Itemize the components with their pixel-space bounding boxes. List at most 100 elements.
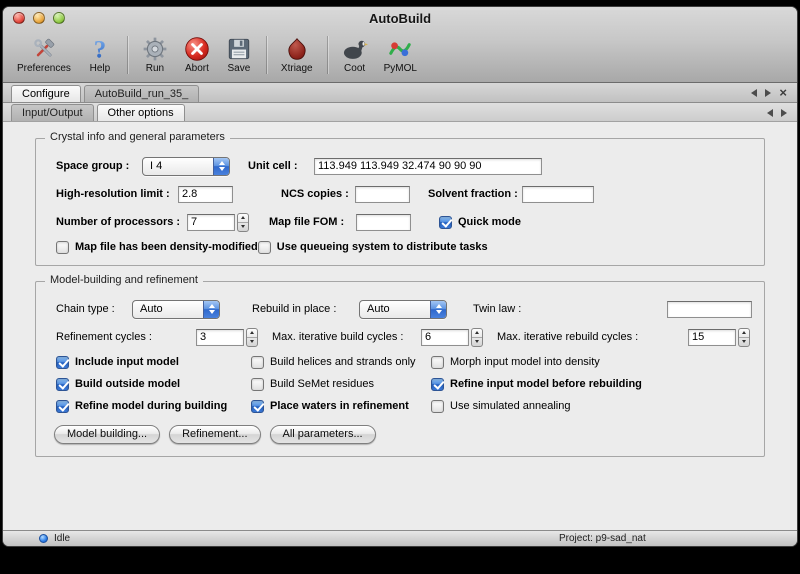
morph-input-model-checkbox[interactable]: Morph input model into density [431, 356, 600, 369]
zoom-window-button[interactable] [53, 12, 65, 24]
toolbar-button-label: Xtriage [281, 63, 313, 74]
simulated-annealing-checkbox[interactable]: Use simulated annealing [431, 400, 570, 413]
checkbox-icon [56, 400, 69, 413]
toolbar-button-label: PyMOL [384, 63, 417, 74]
section-legend: Model-building and refinement [45, 274, 203, 286]
xtriage-icon [284, 36, 310, 62]
checkbox-label: Build helices and strands only [270, 356, 416, 368]
number-of-processors-input[interactable] [187, 214, 235, 231]
page-tab-bar: Input/Output Other options [3, 103, 797, 122]
checkbox-label: Build SeMet residues [270, 378, 374, 390]
toolbar-separator [327, 36, 328, 74]
checkbox-label: Include input model [75, 356, 179, 368]
status-bar: Idle Project: p9-sad_nat [3, 530, 797, 546]
rebuild-cycles-stepper[interactable] [738, 328, 750, 347]
preferences-button[interactable]: Preferences [11, 35, 77, 75]
checkbox-icon [258, 241, 271, 254]
titlebar[interactable]: AutoBuild [3, 7, 797, 30]
page-tab-scroll-left-icon[interactable] [767, 109, 773, 117]
chain-type-dropdown[interactable]: Auto [132, 300, 220, 319]
max-iterative-build-cycles-input[interactable] [421, 329, 469, 346]
rebuild-in-place-dropdown[interactable]: Auto [359, 300, 447, 319]
page-tab-scroll-right-icon[interactable] [781, 109, 787, 117]
quick-mode-checkbox[interactable]: Quick mode [439, 216, 521, 229]
twin-law-input[interactable] [667, 301, 752, 318]
run-tab-bar: Configure AutoBuild_run_35_ [3, 83, 797, 103]
tab-scroll-left-icon[interactable] [751, 89, 757, 97]
unit-cell-input[interactable] [314, 158, 542, 175]
run-button[interactable]: Run [136, 35, 174, 75]
max-iterative-rebuild-cycles-input[interactable] [688, 329, 736, 346]
close-window-button[interactable] [13, 12, 25, 24]
refine-during-building-checkbox[interactable]: Refine model during building [56, 400, 251, 413]
processors-stepper[interactable] [237, 213, 249, 232]
toolbar-button-label: Preferences [17, 63, 71, 74]
minimize-window-button[interactable] [33, 12, 45, 24]
preferences-icon [31, 36, 57, 62]
tab-label: Input/Output [22, 107, 83, 119]
unit-cell-label: Unit cell : [248, 160, 314, 172]
tab-other-options[interactable]: Other options [97, 104, 185, 121]
place-waters-checkbox[interactable]: Place waters in refinement [251, 400, 431, 413]
refinement-cycles-input[interactable] [196, 329, 244, 346]
max-rebuild-cycles-label: Max. iterative rebuild cycles : [497, 331, 658, 343]
tab-close-icon[interactable] [779, 88, 787, 98]
checkbox-label: Map file has been density-modified [75, 241, 258, 253]
build-outside-model-checkbox[interactable]: Build outside model [56, 378, 251, 391]
include-input-model-checkbox[interactable]: Include input model [56, 356, 251, 369]
tab-autobuild-run-35[interactable]: AutoBuild_run_35_ [84, 85, 200, 102]
ncs-copies-label: NCS copies : [281, 188, 355, 200]
refine-before-rebuilding-checkbox[interactable]: Refine input model before rebuilding [431, 378, 642, 391]
space-group-dropdown[interactable]: I 4 [142, 157, 230, 176]
coot-button[interactable]: Coot [336, 35, 374, 75]
build-semet-residues-checkbox[interactable]: Build SeMet residues [251, 378, 431, 391]
tab-input-output[interactable]: Input/Output [11, 104, 94, 121]
abort-button[interactable]: Abort [178, 35, 216, 75]
toolbar-separator [127, 36, 128, 74]
tab-scroll-right-icon[interactable] [765, 89, 771, 97]
help-button[interactable]: ? Help [81, 35, 119, 75]
model-building-button[interactable]: Model building... [54, 425, 160, 444]
rebuild-in-place-label: Rebuild in place : [252, 303, 359, 315]
save-button[interactable]: Save [220, 35, 258, 75]
checkbox-icon [251, 356, 264, 369]
section-legend: Crystal info and general parameters [45, 131, 230, 143]
checkbox-icon [251, 400, 264, 413]
build-cycles-stepper[interactable] [471, 328, 483, 347]
autobuild-window: AutoBuild [2, 6, 798, 547]
save-icon [226, 36, 252, 62]
checkbox-row: Include input model Build helices and st… [48, 351, 752, 373]
tab-label: Configure [22, 88, 70, 100]
queueing-system-checkbox[interactable]: Use queueing system to distribute tasks [258, 241, 488, 254]
checkbox-label: Use queueing system to distribute tasks [277, 241, 488, 253]
pymol-button[interactable]: PyMOL [378, 35, 423, 75]
tab-label: Other options [108, 107, 174, 119]
all-parameters-button[interactable]: All parameters... [270, 425, 376, 444]
map-file-fom-input[interactable] [356, 214, 411, 231]
checkbox-icon [56, 378, 69, 391]
toolbar-button-label: Save [228, 63, 251, 74]
checkbox-label: Use simulated annealing [450, 400, 570, 412]
rebuild-in-place-value: Auto [360, 301, 430, 318]
build-helices-strands-checkbox[interactable]: Build helices and strands only [251, 356, 431, 369]
xtriage-button[interactable]: Xtriage [275, 35, 319, 75]
tab-configure[interactable]: Configure [11, 85, 81, 102]
checkbox-label: Quick mode [458, 216, 521, 228]
checkbox-icon [56, 241, 69, 254]
main-content: Crystal info and general parameters Spac… [3, 122, 797, 530]
ncs-copies-input[interactable] [355, 186, 410, 203]
high-resolution-limit-input[interactable] [178, 186, 233, 203]
density-modified-checkbox[interactable]: Map file has been density-modified [56, 241, 258, 254]
solvent-fraction-input[interactable] [522, 186, 594, 203]
refinement-cycles-stepper[interactable] [246, 328, 258, 347]
page-tab-bar-controls [767, 109, 797, 121]
dropdown-arrows-icon [203, 301, 219, 318]
refinement-button[interactable]: Refinement... [169, 425, 260, 444]
checkbox-label: Morph input model into density [450, 356, 600, 368]
button-row: Model building... Refinement... All para… [48, 419, 752, 449]
abort-icon [184, 36, 210, 62]
window-chrome: AutoBuild [3, 7, 797, 83]
max-build-cycles-label: Max. iterative build cycles : [272, 331, 421, 343]
tab-bar-controls [751, 88, 797, 102]
pymol-icon [387, 36, 413, 62]
